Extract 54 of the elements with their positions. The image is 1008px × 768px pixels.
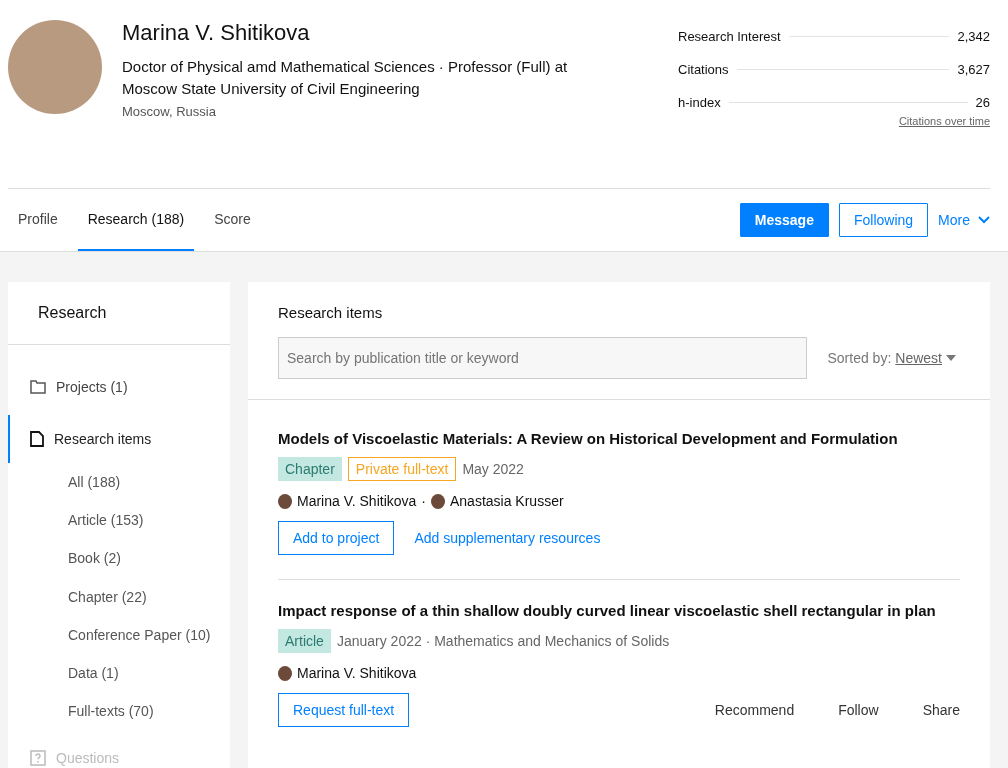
author-name[interactable]: Anastasia Krusser xyxy=(450,493,564,509)
sort-dropdown[interactable]: Sorted by: Newest xyxy=(827,350,956,366)
profile-tab[interactable]: Score xyxy=(204,189,261,251)
sidebar-subitem[interactable]: Chapter (22) xyxy=(8,577,230,616)
publication-tag: Article xyxy=(278,629,331,653)
action-link[interactable]: Recommend xyxy=(714,702,795,718)
author-avatar xyxy=(278,665,292,681)
publication-meta: May 2022 xyxy=(462,461,524,477)
author-name[interactable]: Marina V. Shitikova xyxy=(297,493,417,509)
publication-tag: Private full-text xyxy=(347,457,457,481)
sidebar-subitem[interactable]: All (188) xyxy=(8,463,230,502)
sidebar-subitem[interactable]: Conference Paper (10) xyxy=(8,615,230,654)
profile-name: Marina V. Shitikova xyxy=(122,20,311,46)
sidebar-subitem[interactable]: Book (2) xyxy=(8,539,230,578)
action-link[interactable]: Add supplementary resources xyxy=(414,530,601,546)
panel-title: Research items xyxy=(278,304,384,321)
message-button[interactable]: Message xyxy=(739,203,829,237)
stat-value: 3,627 xyxy=(957,62,990,77)
author-avatar xyxy=(431,493,445,509)
stat-label: Citations xyxy=(678,62,729,77)
action-link[interactable]: Share xyxy=(922,702,960,718)
sidebar-subitem[interactable]: Full-texts (70) xyxy=(8,692,230,731)
following-button[interactable]: Following xyxy=(838,203,929,237)
sidebar-item[interactable]: Projects (1) xyxy=(8,363,230,411)
sidebar-title: Research xyxy=(8,282,230,345)
stat-value: 2,342 xyxy=(957,29,990,44)
publication-title[interactable]: Models of Viscoelastic Materials: A Review on Historical Development and Formulation xyxy=(278,430,960,447)
caret-down-icon xyxy=(946,355,956,361)
action-button[interactable]: Request full-text xyxy=(278,693,410,727)
stat-value: 26 xyxy=(975,95,990,110)
sidebar-subitem[interactable]: Article (153) xyxy=(8,501,230,540)
chevron-down-icon xyxy=(978,216,990,224)
action-button[interactable]: Add to project xyxy=(278,521,395,555)
author-name[interactable]: Marina V. Shitikova xyxy=(297,665,417,681)
sidebar-subitem[interactable]: Data (1) xyxy=(8,653,230,693)
publication-title[interactable]: Impact response of a thin shallow doubly curved linear viscoelastic shell rectangular in plan xyxy=(278,602,960,619)
publication-tag: Chapter xyxy=(278,457,342,481)
sidebar-item[interactable]: Research items xyxy=(8,415,230,463)
profile-tab[interactable]: Research (188) xyxy=(77,189,195,251)
stat-label: h-index xyxy=(678,95,721,110)
question-icon xyxy=(30,750,46,767)
stat-label: Research Interest xyxy=(678,29,781,44)
more-dropdown[interactable]: More xyxy=(938,203,990,237)
separator-text: · xyxy=(421,493,426,509)
location-text: Moscow, Russia xyxy=(122,104,217,119)
profile-tab[interactable]: Profile xyxy=(8,189,68,251)
citations-link[interactable]: Citations over time xyxy=(678,115,990,127)
document-icon xyxy=(30,431,44,447)
author-avatar xyxy=(278,493,292,509)
position-text: Doctor of Physical amd Mathematical Sciences · Professor (Full) at Moscow State University of Civil Engineering xyxy=(122,57,569,99)
search-field[interactable]: Search by publication title or keyword xyxy=(278,337,808,379)
folder-icon xyxy=(30,380,46,394)
action-link[interactable]: Follow xyxy=(838,702,879,718)
publication-meta: January 2022 · Mathematics and Mechanics of Solids xyxy=(336,633,670,649)
